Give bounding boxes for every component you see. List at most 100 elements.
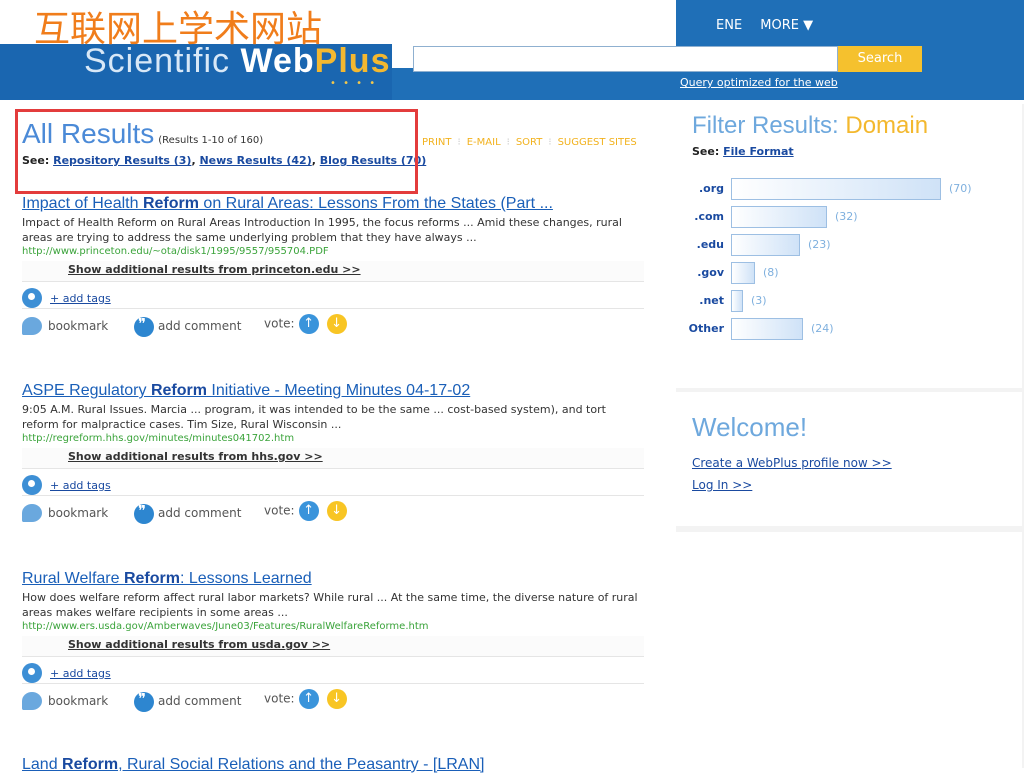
vote-up-icon[interactable]: ↑ [298,314,319,334]
add-comment-button[interactable]: add comment [134,502,241,524]
print-link[interactable]: PRINT [422,137,452,148]
result-actions: bookmark add comment vote:↑ ↓ [22,686,644,712]
logo-plus: Plus [314,42,391,80]
vote-down-icon[interactable]: ↓ [326,501,347,521]
vote-controls: vote: ↑ ↓ [264,501,347,521]
top-nav: ENE MORE ▼ [716,18,827,33]
chinese-caption: 互联网上学术网站 [34,9,323,50]
vote-label: vote: [264,503,295,518]
tag-icon[interactable] [22,475,42,495]
create-profile-link[interactable]: Create a WebPlus profile now >> [692,456,892,470]
filter-title: Filter Results: Domain [692,112,929,139]
logo-dots: • • • • [330,78,378,89]
login-link[interactable]: Log In >> [692,478,752,492]
result-title-link[interactable]: Land Reform, Rural Social Relations and … [22,756,644,774]
result-item: Rural Welfare Reform: Lessons Learned Ho… [22,570,644,712]
nav-item-more[interactable]: MORE ▼ [760,18,813,33]
comment-icon [134,690,154,712]
result-snippet: How does welfare reform affect rural lab… [22,591,638,619]
add-tags-link[interactable]: + add tags [50,479,111,492]
vote-down-icon[interactable]: ↓ [326,689,347,709]
filter-domain-label: Domain [845,112,929,139]
result-actions: bookmark add comment vote:↑ ↓ [22,311,644,337]
bookmark-icon [22,692,42,710]
bookmark-icon [22,317,42,335]
results-toolbar: PRINT ⁝ E-MAIL ⁝ SORT ⁝ SUGGEST SITES [422,137,637,148]
highlight-annotation [15,109,418,194]
bookmark-button[interactable]: bookmark [22,504,108,522]
bookmark-icon [22,504,42,522]
comment-icon [134,502,154,524]
domain-filter-row[interactable]: Other (24) [689,318,1022,340]
result-title-link[interactable]: Rural Welfare Reform: Lessons Learned [22,570,644,588]
domain-label[interactable]: .gov [697,266,724,279]
show-more-results-link[interactable]: Show additional results from princeton.e… [22,261,644,282]
domain-filter-row[interactable]: .edu (23) [692,234,1022,256]
domain-filter-row[interactable]: .net (3) [692,290,1022,312]
vote-up-icon[interactable]: ↑ [298,689,319,709]
vote-label: vote: [264,316,295,331]
domain-label[interactable]: Other [689,322,724,335]
query-optimized-link[interactable]: Query optimized for the web [680,76,838,89]
domain-bar[interactable] [731,262,755,284]
tag-icon[interactable] [22,663,42,683]
domain-filter-row[interactable]: .gov (8) [692,262,1022,284]
domain-bar[interactable] [731,206,827,228]
domain-count: (8) [763,266,779,279]
domain-label[interactable]: .net [699,294,724,307]
suggest-sites-link[interactable]: SUGGEST SITES [558,137,637,148]
bookmark-button[interactable]: bookmark [22,692,108,710]
domain-bar[interactable] [731,234,800,256]
domain-filter-row[interactable]: .org (70) [692,178,1022,200]
result-title-link[interactable]: Impact of Health Reform on Rural Areas: … [22,195,644,213]
result-item: Impact of Health Reform on Rural Areas: … [22,195,644,337]
domain-bar[interactable] [731,290,743,312]
email-link[interactable]: E-MAIL [467,137,501,148]
domain-label[interactable]: .com [694,210,724,223]
tag-icon[interactable] [22,288,42,308]
domain-count: (3) [751,294,767,307]
show-more-results-link[interactable]: Show additional results from hhs.gov >> [22,448,644,469]
vote-controls: vote: ↑ ↓ [264,689,347,709]
sidebar-empty-panel [676,532,1022,768]
search-input[interactable] [413,46,838,72]
result-url[interactable]: http://www.princeton.edu/~ota/disk1/1995… [22,246,644,257]
domain-bar[interactable] [731,318,803,340]
add-comment-button[interactable]: add comment [134,690,241,712]
comment-icon [134,315,154,337]
domain-label[interactable]: .edu [697,238,724,251]
domain-label[interactable]: .org [699,182,724,195]
domain-count: (23) [808,238,831,251]
nav-item-ene[interactable]: ENE [716,18,742,33]
welcome-title: Welcome! [692,412,808,442]
result-title-link[interactable]: ASPE Regulatory Reform Initiative - Meet… [22,382,644,400]
domain-bar[interactable] [731,178,941,200]
add-tags-link[interactable]: + add tags [50,667,111,680]
tags-row: + add tags [22,659,644,684]
show-more-results-link[interactable]: Show additional results from usda.gov >> [22,636,644,657]
sort-link[interactable]: SORT [516,137,543,148]
vote-label: vote: [264,691,295,706]
result-item: Land Reform, Rural Social Relations and … [22,756,644,774]
domain-count: (32) [835,210,858,223]
result-snippet: 9:05 A.M. Rural Issues. Marcia ... progr… [22,403,606,431]
search-button[interactable]: Search [838,46,922,72]
domain-filter-row[interactable]: .com (32) [692,206,1022,228]
vote-controls: vote: ↑ ↓ [264,314,347,334]
bookmark-button[interactable]: bookmark [22,317,108,335]
vote-down-icon[interactable]: ↓ [326,314,347,334]
result-actions: bookmark add comment vote:↑ ↓ [22,498,644,524]
domain-count: (70) [949,182,972,195]
domain-count: (24) [811,322,834,335]
tags-row: + add tags [22,284,644,309]
result-snippet: Impact of Health Reform on Rural Areas I… [22,216,622,244]
tags-row: + add tags [22,471,644,496]
file-format-link[interactable]: File Format [723,145,794,158]
vote-up-icon[interactable]: ↑ [298,501,319,521]
result-url[interactable]: http://www.ers.usda.gov/Amberwaves/June0… [22,621,644,632]
filter-see-also: See: File Format [692,145,794,158]
result-item: ASPE Regulatory Reform Initiative - Meet… [22,382,644,524]
add-tags-link[interactable]: + add tags [50,292,111,305]
add-comment-button[interactable]: add comment [134,315,241,337]
result-url[interactable]: http://regreform.hhs.gov/minutes/minutes… [22,433,644,444]
